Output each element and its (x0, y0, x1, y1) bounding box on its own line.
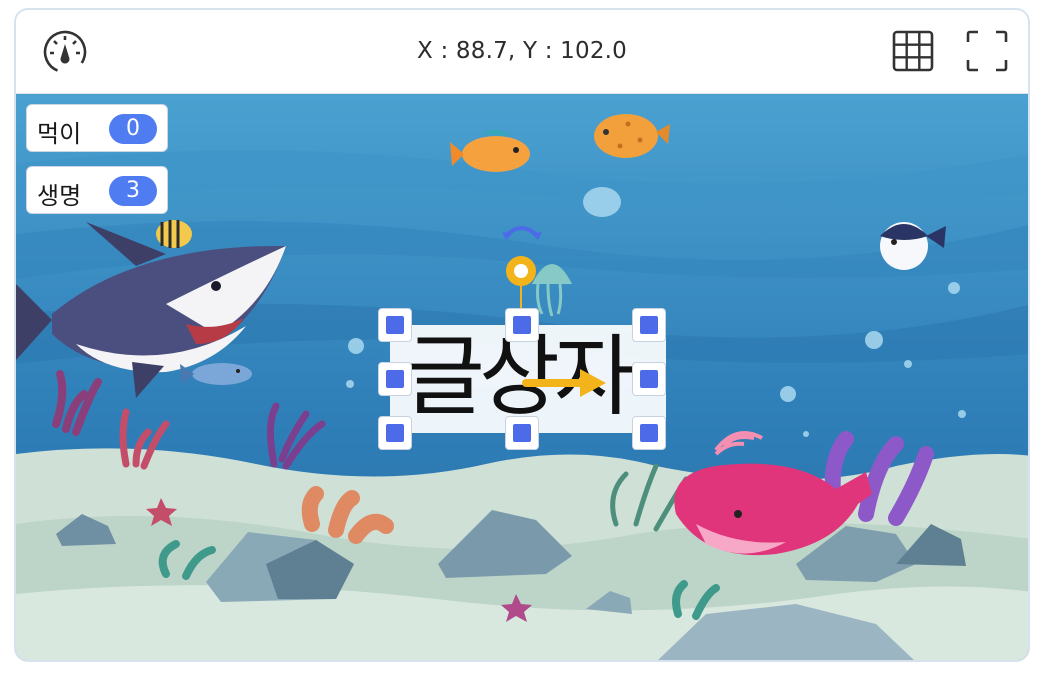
fullscreen-button[interactable] (962, 26, 1012, 76)
resize-handle-top-left[interactable] (378, 308, 412, 342)
striped-fish-sprite (156, 220, 192, 248)
variable-monitor-life: 생명 3 (26, 166, 168, 214)
variable-monitor-food: 먹이 0 (26, 104, 168, 152)
variable-value: 3 (109, 176, 157, 206)
stage-frame: X : 88.7, Y : 102.0 먹이 0 생명 3 글상자 (14, 8, 1030, 662)
resize-handle-left[interactable] (378, 362, 412, 396)
direction-arrow-icon (522, 369, 606, 397)
variable-label: 생명 (37, 182, 82, 210)
pointer-coordinates: X : 88.7, Y : 102.0 (416, 38, 628, 64)
variable-label: 먹이 (37, 120, 82, 148)
resize-handle-bottom-left[interactable] (378, 416, 412, 450)
stage-toolbar: X : 88.7, Y : 102.0 (16, 10, 1028, 94)
resize-handle-right[interactable] (632, 362, 666, 396)
grid-icon (892, 30, 934, 72)
variable-value: 0 (109, 114, 157, 144)
resize-handle-bottom[interactable] (505, 416, 539, 450)
stage-canvas[interactable]: 먹이 0 생명 3 글상자 (16, 94, 1028, 660)
grid-button[interactable] (888, 26, 938, 76)
fullscreen-icon (966, 30, 1008, 72)
resize-handle-bottom-right[interactable] (632, 416, 666, 450)
resize-handle-top[interactable] (505, 308, 539, 342)
resize-handle-top-right[interactable] (632, 308, 666, 342)
rotation-handle[interactable] (506, 256, 536, 286)
